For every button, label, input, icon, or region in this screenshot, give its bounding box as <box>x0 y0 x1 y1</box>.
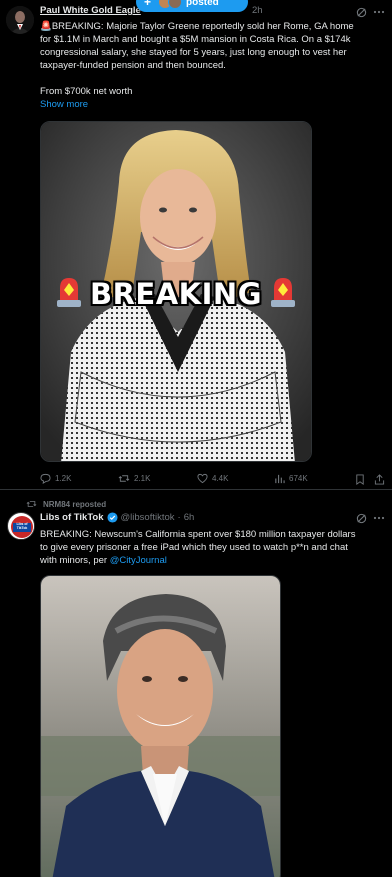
tweet-text-line: to give every prisoner a free iPad which… <box>40 542 348 553</box>
tweet-text-line: taxpayer-funded pension and then bounced… <box>40 60 226 71</box>
tweet-2[interactable]: NRM84 reposted Libs of TikTok Libs of Ti… <box>0 490 392 877</box>
tweet-text-line: for $1.1M in March and bought a $5M mans… <box>40 34 351 45</box>
show-more-link[interactable]: Show more <box>40 98 385 111</box>
repost-icon <box>26 501 37 507</box>
bookmark-icon[interactable] <box>354 473 366 485</box>
tweet-text-line: BREAKING: Newscum's California spent ove… <box>40 529 356 540</box>
tweet-1[interactable]: Paul White Gold Eagle 2h + posted 🚨BREAK… <box>0 0 392 490</box>
views-count: 674K <box>289 474 308 483</box>
repost-button[interactable]: 2.1K <box>118 473 150 484</box>
tweet-image[interactable]: BREAKING <box>40 121 312 462</box>
posted-label: posted <box>186 0 219 8</box>
reply-icon <box>40 473 51 484</box>
repost-label: NRM84 reposted <box>43 499 107 509</box>
breaking-overlay-text: BREAKING <box>89 276 263 311</box>
poster-avatar-icon-2 <box>168 0 182 9</box>
author-name[interactable]: Paul White Gold Eagle <box>40 5 141 16</box>
views-icon <box>275 474 285 484</box>
reply-button[interactable]: 1.2K <box>40 473 71 484</box>
heart-icon <box>197 473 208 484</box>
like-button[interactable]: 4.4K <box>197 473 228 484</box>
author-name[interactable]: Libs of TikTok <box>40 512 104 523</box>
siren-icon <box>54 274 84 313</box>
views-button[interactable]: 674K <box>274 473 308 484</box>
plus-icon: + <box>144 0 152 9</box>
siren-icon <box>268 274 298 313</box>
tweet-time[interactable]: 2h <box>252 5 263 16</box>
mention-link[interactable]: @CityJournal <box>110 555 167 566</box>
tweet-image[interactable] <box>40 575 281 877</box>
avatar-text: Libs of TikTok <box>16 522 28 530</box>
grok-icon[interactable] <box>355 6 367 18</box>
verified-badge-icon <box>106 512 118 523</box>
tweet-text-line: 🚨BREAKING: Majorie Taylor Greene reporte… <box>40 21 354 32</box>
tweet-text-line: with minors, per <box>40 555 110 566</box>
author-avatar[interactable] <box>6 6 34 34</box>
tweet-time[interactable]: 6h <box>184 512 195 523</box>
separator: · <box>177 512 181 523</box>
repost-context[interactable]: NRM84 reposted <box>26 499 106 509</box>
tweet-text-line: congressional salary, she stayed for 5 y… <box>40 47 347 58</box>
portrait-image <box>41 576 280 877</box>
share-icon[interactable] <box>373 473 385 485</box>
breaking-overlay: BREAKING <box>41 274 311 313</box>
like-count: 4.4K <box>212 474 229 483</box>
tweet-text-line: From $700k net worth <box>40 86 133 97</box>
more-options-icon[interactable] <box>373 6 385 18</box>
grok-icon[interactable] <box>355 512 367 524</box>
repost-count: 2.1K <box>134 474 151 483</box>
author-handle[interactable]: @libsoftiktok <box>121 512 175 523</box>
new-posts-pill[interactable]: + posted <box>136 0 248 12</box>
repost-icon <box>118 475 130 482</box>
reply-count: 1.2K <box>55 474 72 483</box>
more-options-icon[interactable] <box>373 512 385 524</box>
author-avatar[interactable]: Libs of TikTok <box>7 512 35 540</box>
